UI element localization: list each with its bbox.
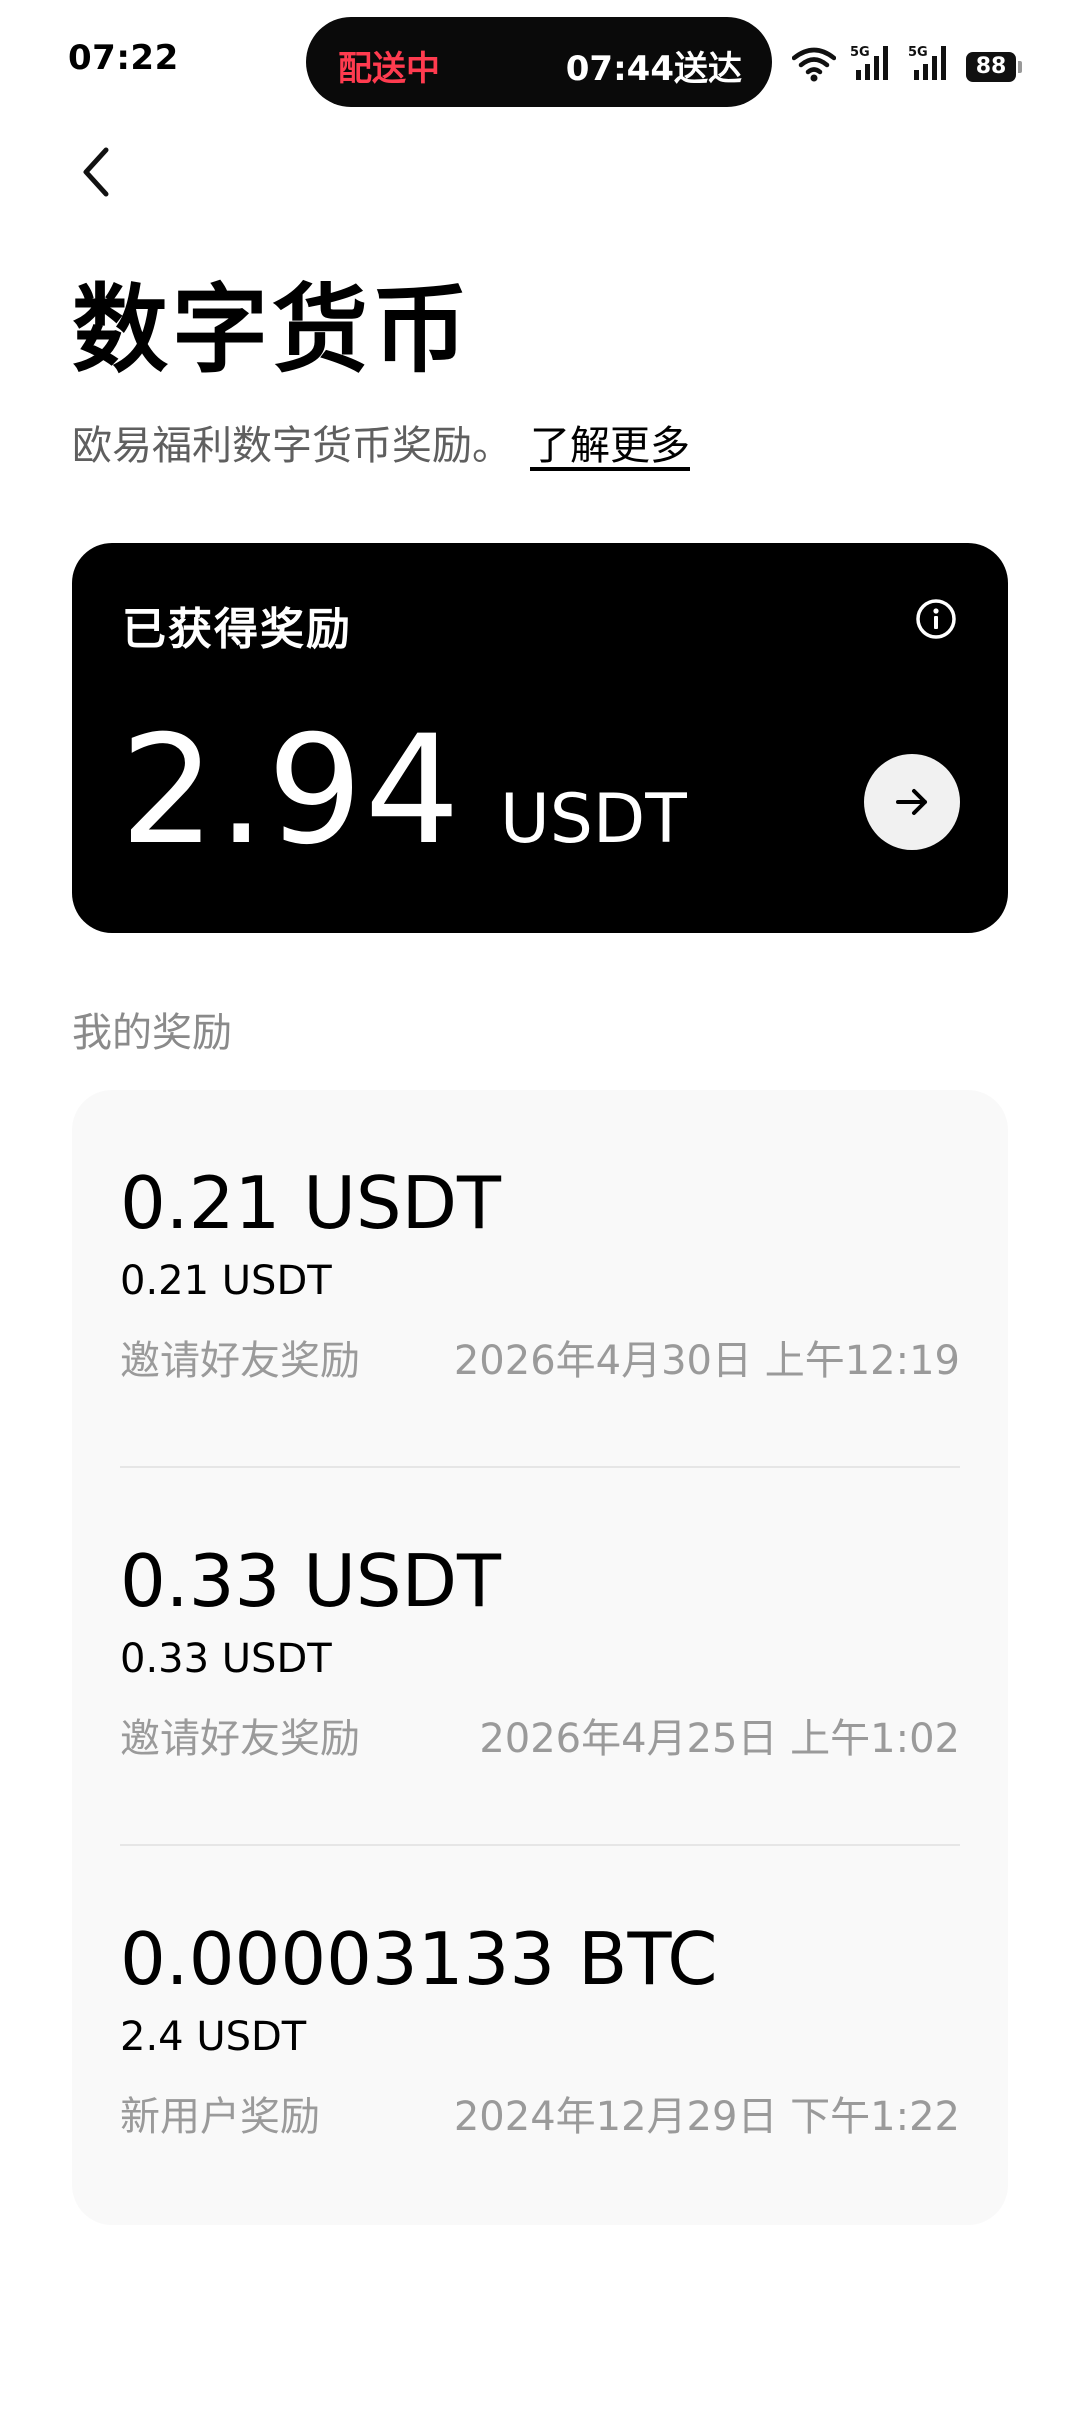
subtitle-text: 欧易福利数字货币奖励。	[72, 423, 512, 469]
info-icon[interactable]	[914, 597, 958, 641]
wifi-icon	[792, 46, 836, 82]
reward-amount: 0.33 USDT	[120, 1539, 502, 1623]
svg-text:5G: 5G	[908, 45, 928, 60]
summary-unit: USDT	[499, 780, 687, 859]
section-title-my-rewards: 我的奖励	[72, 1010, 232, 1056]
page-subtitle: 欧易福利数字货币奖励。 了解更多	[72, 418, 690, 474]
reward-item[interactable]: 0.00003133 BTC 2.4 USDT 新用户奖励 2024年12月29…	[120, 1846, 960, 2224]
reward-value: 0.33 USDT	[120, 1636, 332, 1682]
learn-more-link[interactable]: 了解更多	[530, 423, 690, 469]
reward-date: 2026年4月30日 上午12:19	[453, 1338, 960, 1384]
arrow-right-icon	[896, 789, 927, 815]
reward-type: 新用户奖励	[120, 2094, 320, 2140]
reward-type: 邀请好友奖励	[120, 1716, 360, 1762]
signal-icon-2: 5G	[908, 42, 952, 82]
status-time: 07:22	[68, 38, 179, 78]
rewards-list: 0.21 USDT 0.21 USDT 邀请好友奖励 2026年4月30日 上午…	[72, 1090, 1008, 2225]
status-icons: 5G 5G 88	[792, 38, 1022, 82]
reward-date: 2024年12月29日 下午1:22	[453, 2094, 960, 2140]
view-details-button[interactable]	[864, 754, 960, 850]
summary-label: 已获得奖励	[122, 604, 352, 655]
back-button[interactable]	[72, 142, 122, 202]
back-arrow-icon	[83, 147, 109, 197]
battery-level: 88	[966, 52, 1016, 82]
delivery-status: 配送中	[338, 49, 440, 89]
reward-value: 0.21 USDT	[120, 1258, 332, 1304]
rewards-summary-card[interactable]: 已获得奖励 2.94 USDT	[72, 543, 1008, 933]
reward-type: 邀请好友奖励	[120, 1338, 360, 1384]
delivery-eta: 07:44送达	[565, 49, 742, 89]
reward-value: 2.4 USDT	[120, 2014, 307, 2060]
summary-amount: 2.94	[120, 704, 462, 878]
summary-amount-row: 2.94 USDT	[120, 711, 687, 871]
reward-amount: 0.00003133 BTC	[120, 1917, 718, 2001]
battery-icon: 88	[966, 52, 1022, 82]
reward-item[interactable]: 0.33 USDT 0.33 USDT 邀请好友奖励 2026年4月25日 上午…	[120, 1468, 960, 1846]
svg-text:5G: 5G	[850, 45, 870, 60]
reward-date: 2026年4月25日 上午1:02	[479, 1716, 960, 1762]
reward-item[interactable]: 0.21 USDT 0.21 USDT 邀请好友奖励 2026年4月30日 上午…	[120, 1090, 960, 1468]
page-title: 数字货币	[72, 274, 472, 386]
dynamic-island-delivery[interactable]: 配送中 07:44送达	[306, 17, 772, 107]
status-bar: 07:22 配送中 07:44送达 5G 5G 88	[0, 0, 1080, 120]
reward-amount: 0.21 USDT	[120, 1161, 502, 1245]
signal-icon: 5G	[850, 42, 894, 82]
